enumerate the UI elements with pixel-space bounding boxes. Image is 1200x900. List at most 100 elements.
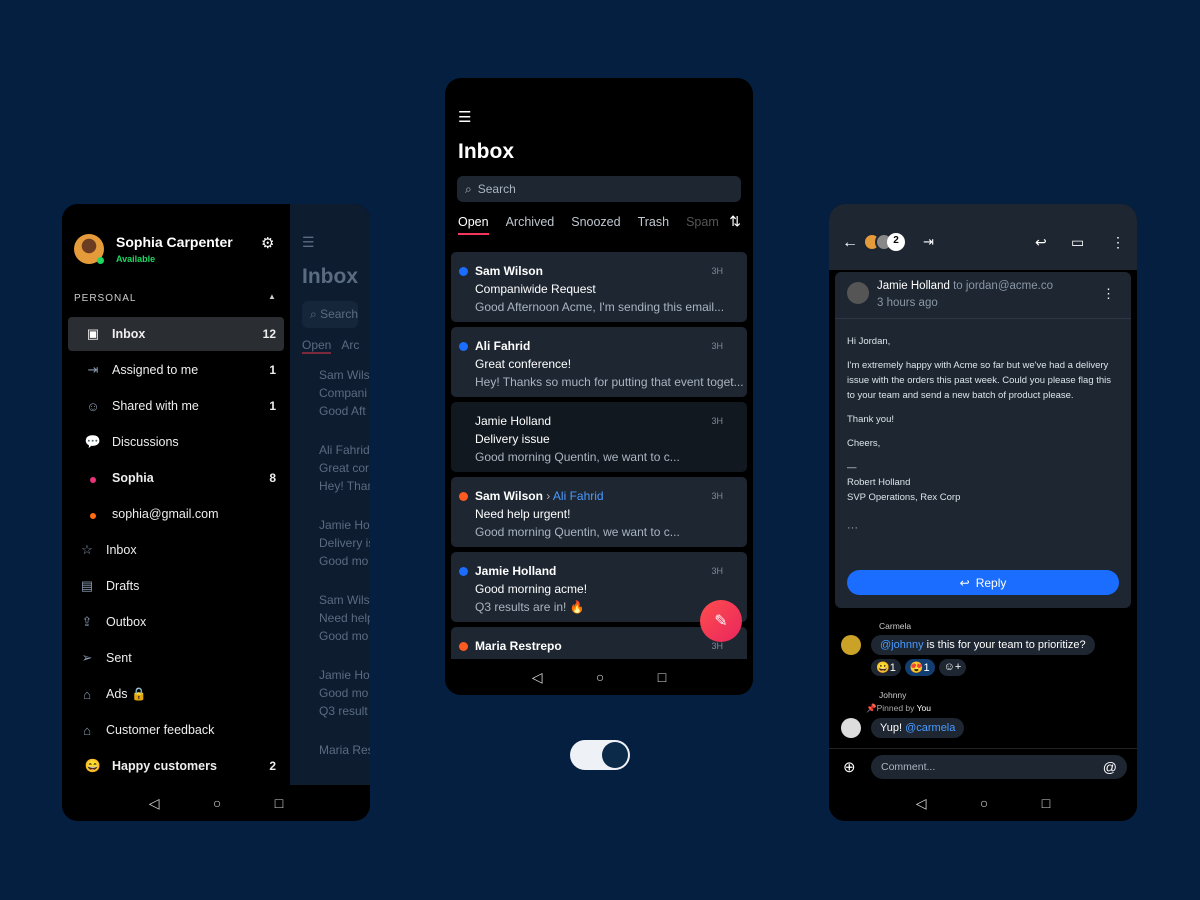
tab[interactable]: Trash xyxy=(638,215,670,235)
sidebar-item[interactable]: ➢ Sent xyxy=(68,641,284,675)
comment-bubble[interactable]: @johnny is this for your team to priorit… xyxy=(871,635,1095,655)
dot-pink xyxy=(82,471,104,486)
sidebar-item[interactable]: ☆ Inbox xyxy=(68,533,284,567)
reactions: 😀1 😍1 ☺+ xyxy=(871,659,967,676)
preview: Q3 results are in! 🔥 xyxy=(475,600,585,614)
subject: Need help urgent! xyxy=(475,507,571,521)
tab[interactable]: Archived xyxy=(506,215,555,235)
left-phone-drawer: ☰ Inbox ⌕ Search Open Arc Sam Wils Compan… xyxy=(62,204,370,821)
discussion-icon: 💬 xyxy=(84,434,102,449)
sidebar-item-label: Happy customers xyxy=(112,759,217,773)
sidebar-item[interactable]: ☺ Shared with me 1 xyxy=(68,389,284,423)
mention-icon[interactable]: @ xyxy=(1103,759,1117,775)
more-icon[interactable]: ⋮ xyxy=(1111,234,1125,251)
recents-icon[interactable]: □ xyxy=(275,795,283,811)
tab[interactable]: Snoozed xyxy=(571,215,620,235)
back-icon[interactable]: ◁ xyxy=(916,795,927,812)
recipient: to jordan@acme.co xyxy=(953,280,1053,292)
sidebar-item[interactable]: ▤ Drafts xyxy=(68,569,284,603)
time: 3H xyxy=(711,491,723,501)
recents-icon[interactable]: □ xyxy=(1042,795,1050,811)
file-icon: ▤ xyxy=(80,578,94,593)
back-icon[interactable]: ◁ xyxy=(149,795,160,812)
sidebar-item[interactable]: ▣ Inbox 12 xyxy=(68,317,284,351)
archive-icon[interactable]: ▭ xyxy=(1071,234,1084,251)
dot-orange xyxy=(82,507,104,522)
paragraph: I'm extremely happy with Acme so far but… xyxy=(847,360,1112,401)
unread-dot xyxy=(459,642,468,651)
collapse-icon[interactable]: ▲ xyxy=(268,292,276,301)
sidebar-item[interactable]: ⌂ Ads 🔒 xyxy=(68,677,284,711)
time: 3H xyxy=(711,416,723,426)
menu-icon[interactable]: ☰ xyxy=(458,108,471,126)
preview: Good Afternoon Acme, I'm sending this em… xyxy=(475,300,725,314)
send-icon: ➢ xyxy=(81,650,93,665)
tab[interactable]: Spam xyxy=(686,215,719,235)
paragraph: Thank you! xyxy=(847,414,894,425)
reaction[interactable]: 😍1 xyxy=(904,659,935,676)
dimmed-text: Jamie Hol xyxy=(319,518,370,532)
email-more-icon[interactable]: ⋮ xyxy=(1102,286,1115,302)
tag-icon: ⌂ xyxy=(83,722,91,738)
add-attachment-icon[interactable]: ⊕ xyxy=(843,758,856,776)
message-item[interactable]: Sam Wilson 3H Companiwide Request Good Afte… xyxy=(451,252,747,322)
sidebar-item-label: Sophia xyxy=(112,471,154,485)
add-reaction-icon[interactable]: ☺+ xyxy=(938,659,967,676)
user-status[interactable]: Available xyxy=(116,254,155,264)
gear-icon[interactable]: ⚙ xyxy=(261,234,274,252)
home-icon[interactable]: ○ xyxy=(980,795,988,811)
sidebar-item-label: Inbox xyxy=(112,327,146,341)
dimmed-inbox[interactable]: ☰ Inbox ⌕ Search Open Arc Sam Wils Compan… xyxy=(290,204,370,785)
sidebar-item[interactable]: ⌂ Customer feedback xyxy=(68,713,284,747)
paragraph: Cheers, xyxy=(847,438,881,449)
right-phone-conversation: ← 2 ⇥ ↩ ▭ ⋮ Jamie Holland to jordan@acme… xyxy=(829,204,1137,821)
sidebar-item[interactable]: Sophia 8 xyxy=(68,461,284,495)
sidebar-item[interactable]: 😄 Happy customers 2 xyxy=(68,749,284,783)
dimmed-text: Good mo xyxy=(319,629,369,643)
compose-button[interactable]: ✎ xyxy=(700,600,742,642)
user-name: Sophia Carpenter xyxy=(116,234,233,250)
participants[interactable]: 2 xyxy=(863,233,905,251)
tab[interactable]: Open xyxy=(458,215,489,235)
count-badge: 1 xyxy=(269,399,276,413)
dimmed-text: Ali Fahrid xyxy=(319,443,370,457)
recipient: Ali Fahrid xyxy=(552,489,604,503)
sort-icon[interactable]: ⇅ xyxy=(729,213,741,230)
sidebar-item-label: Inbox xyxy=(106,543,137,557)
sender: Ali Fahrid xyxy=(475,339,531,353)
android-navbar: ◁ ○ □ xyxy=(62,785,370,821)
paragraph: — Robert Holland SVP Operations, Rex Cor… xyxy=(847,462,961,503)
sender: Maria Restrepo xyxy=(475,639,562,653)
subject: Delivery issue xyxy=(475,432,550,446)
recents-icon[interactable]: □ xyxy=(658,669,666,685)
search-input[interactable]: ⌕ Search xyxy=(457,176,741,202)
back-icon[interactable]: ◁ xyxy=(532,669,543,686)
assign-icon[interactable]: ⇥ xyxy=(923,234,934,250)
dimmed-text: Good mo xyxy=(319,554,369,568)
star-icon: ☆ xyxy=(81,542,93,557)
comment-input[interactable]: Comment... @ xyxy=(871,755,1127,779)
show-more[interactable]: ··· xyxy=(847,522,858,534)
sidebar-item[interactable]: sophia@gmail.com xyxy=(68,497,284,531)
sidebar-item[interactable]: ⇪ Outbox xyxy=(68,605,284,639)
reaction[interactable]: 😀1 xyxy=(871,659,901,676)
subject: Companiwide Request xyxy=(475,282,596,296)
reply-all-icon[interactable]: ↩ xyxy=(1035,234,1047,251)
message-item[interactable]: Sam Wilson › Ali Fahrid 3H Need help urgen… xyxy=(451,477,747,547)
avatar xyxy=(841,718,861,738)
dimmed-text: Maria Res xyxy=(319,743,370,757)
home-icon[interactable]: ○ xyxy=(213,795,221,811)
sidebar-item[interactable]: ⇥ Assigned to me 1 xyxy=(68,353,284,387)
theme-toggle[interactable] xyxy=(570,740,630,770)
message-item[interactable]: Jamie Holland 3H Delivery issue Good mornin… xyxy=(451,402,747,472)
comment-bubble[interactable]: Yup! @carmela xyxy=(871,718,965,738)
compose-icon: ✎ xyxy=(714,613,728,630)
home-icon[interactable]: ○ xyxy=(596,669,604,685)
sidebar-item[interactable]: 💬 Discussions xyxy=(68,425,284,459)
toggle-knob[interactable] xyxy=(602,742,628,768)
section-header[interactable]: PERSONAL xyxy=(74,293,136,304)
dimmed-text: Q3 result xyxy=(319,704,368,718)
message-item[interactable]: Ali Fahrid 3H Great conference! Hey! Thanks… xyxy=(451,327,747,397)
back-arrow-icon[interactable]: ← xyxy=(842,234,858,252)
reply-button[interactable]: ↩ Reply xyxy=(847,570,1119,595)
